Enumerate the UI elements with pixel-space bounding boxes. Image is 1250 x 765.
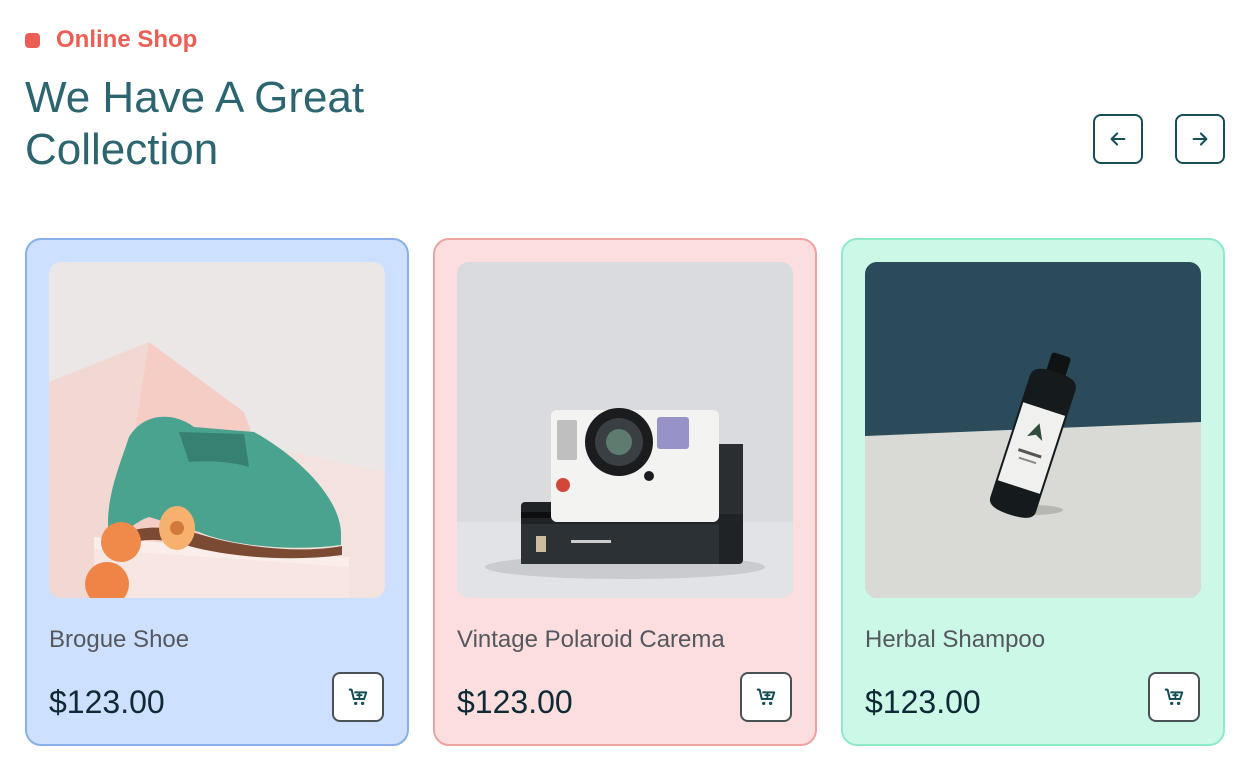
cart-plus-icon [1164,688,1184,706]
add-to-cart-button[interactable] [740,672,792,722]
arrow-right-icon [1192,132,1208,146]
product-image-camera[interactable] [457,262,793,598]
add-to-cart-button[interactable] [1148,672,1200,722]
section-eyebrow: Online Shop [25,26,197,54]
cart-plus-icon [348,688,368,706]
cart-plus-icon [756,688,776,706]
product-price: $123.00 [457,684,573,720]
product-card[interactable]: Herbal Shampoo $123.00 [841,238,1225,746]
product-image-shampoo[interactable] [865,262,1201,598]
product-card[interactable]: Vintage Polaroid Carema $123.00 [433,238,817,746]
product-card[interactable]: Brogue Shoe $123.00 [25,238,409,746]
section-heading: We Have A Great Collection [25,73,365,174]
product-price: $123.00 [49,684,165,720]
product-name: Herbal Shampoo [865,626,1046,653]
add-to-cart-button[interactable] [332,672,384,722]
product-image-shoe[interactable] [49,262,385,598]
eyebrow-label: Online Shop [56,26,198,53]
eyebrow-dot [25,32,40,48]
arrow-left-icon [1110,132,1126,146]
product-price: $123.00 [865,684,981,720]
product-name: Brogue Shoe [49,626,190,653]
product-name: Vintage Polaroid Carema [457,626,725,653]
carousel-prev-button[interactable] [1093,114,1143,164]
carousel-next-button[interactable] [1175,114,1225,164]
